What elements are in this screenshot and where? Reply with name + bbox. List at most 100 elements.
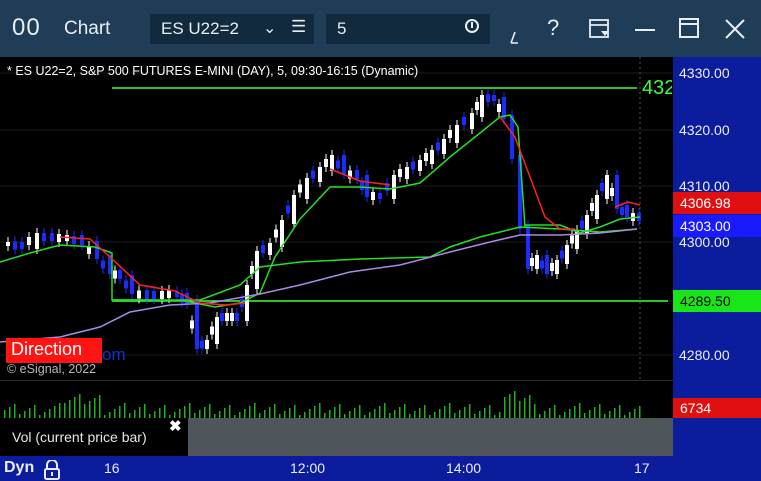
volume-bar bbox=[64, 403, 66, 418]
time-tick: 12:00 bbox=[290, 460, 326, 476]
volume-bar bbox=[294, 405, 296, 418]
ma-green-line bbox=[0, 114, 526, 308]
volume-study-label[interactable]: Vol (current price bar) bbox=[0, 418, 188, 456]
price-tag-fast-ma: 4306.98 bbox=[673, 192, 761, 214]
price-chart[interactable] bbox=[0, 57, 673, 380]
candle-body bbox=[318, 167, 322, 182]
candle-body bbox=[510, 115, 514, 159]
volume-bar bbox=[124, 403, 126, 418]
interval-value: 5 bbox=[337, 19, 347, 38]
candle-body bbox=[480, 95, 484, 117]
volume-bar bbox=[249, 406, 251, 418]
symbol-value: ES U22=2 bbox=[161, 19, 239, 38]
maximize-icon[interactable] bbox=[678, 17, 700, 39]
volume-bar bbox=[134, 410, 136, 418]
volume-bar bbox=[14, 404, 16, 418]
time-tick: 17 bbox=[634, 460, 650, 476]
volume-bar bbox=[504, 397, 506, 418]
volume-bar bbox=[639, 406, 641, 418]
candle-body bbox=[235, 313, 239, 321]
price-axis[interactable]: 4330.00 4320.00 4310.00 4300.00 4280.00 bbox=[673, 57, 761, 456]
list-icon[interactable]: ☰ bbox=[291, 17, 306, 37]
candle-body bbox=[565, 245, 569, 264]
time-axis[interactable]: 16 12:00 14:00 17 bbox=[0, 456, 761, 481]
draw-icon[interactable] bbox=[508, 30, 522, 44]
volume-bar bbox=[449, 403, 451, 418]
volume-bar bbox=[114, 409, 116, 418]
volume-bar bbox=[94, 398, 96, 418]
volume-bar bbox=[144, 404, 146, 418]
candle-body bbox=[615, 175, 619, 209]
volume-bar bbox=[359, 405, 361, 418]
candle-body bbox=[20, 242, 24, 249]
volume-bar bbox=[29, 408, 31, 418]
volume-bar bbox=[269, 407, 271, 418]
volume-bar bbox=[589, 410, 591, 418]
volume-bar bbox=[319, 403, 321, 418]
volume-bar bbox=[554, 405, 556, 418]
time-tick: 16 bbox=[104, 460, 120, 476]
candle-body bbox=[160, 291, 164, 299]
volume-bar bbox=[569, 409, 571, 418]
volume-bar bbox=[184, 406, 186, 418]
volume-bar bbox=[224, 408, 226, 418]
volume-bar bbox=[594, 407, 596, 418]
symbol-input[interactable]: ES U22=2 ⌄ ☰ bbox=[150, 14, 314, 44]
volume-bar bbox=[254, 403, 256, 418]
volume-bar bbox=[244, 409, 246, 418]
interval-input[interactable]: 5 bbox=[326, 14, 490, 44]
candle-body bbox=[118, 270, 122, 279]
candle-body bbox=[195, 300, 199, 349]
candle-body bbox=[625, 205, 629, 217]
volume-bar bbox=[489, 405, 491, 418]
volume-bar bbox=[419, 408, 421, 418]
candle-body bbox=[268, 243, 272, 255]
volume-bar bbox=[309, 409, 311, 418]
volume-bar bbox=[329, 410, 331, 418]
lock-icon[interactable] bbox=[43, 460, 61, 480]
volume-value-tag: 6734 bbox=[673, 398, 761, 418]
candle-body bbox=[215, 317, 219, 344]
chevron-down-icon[interactable]: ⌄ bbox=[263, 18, 276, 38]
volume-bar bbox=[599, 404, 601, 418]
volume-bar bbox=[99, 395, 101, 418]
axis-mode-label[interactable]: Dyn bbox=[4, 459, 34, 477]
candle-body bbox=[6, 242, 10, 246]
direction-label[interactable]: Direction bbox=[6, 338, 102, 363]
app-icon[interactable]: 00 bbox=[12, 14, 41, 42]
volume-bar bbox=[274, 404, 276, 418]
volume-bar bbox=[59, 403, 61, 418]
minimize-icon[interactable] bbox=[634, 28, 656, 32]
volume-bar bbox=[24, 411, 26, 418]
close-icon[interactable] bbox=[724, 18, 746, 40]
volume-bar bbox=[74, 397, 76, 418]
layout-icon[interactable] bbox=[589, 18, 611, 40]
volume-bar bbox=[484, 408, 486, 418]
candle-body bbox=[305, 178, 309, 199]
volume-bar bbox=[34, 405, 36, 418]
volume-bar bbox=[414, 411, 416, 418]
volume-bar bbox=[159, 408, 161, 418]
direction-tail-text: om bbox=[102, 345, 126, 364]
clock-icon[interactable] bbox=[465, 19, 479, 33]
volume-bar bbox=[354, 408, 356, 418]
volume-bar bbox=[349, 411, 351, 418]
volume-bar bbox=[534, 404, 536, 418]
help-icon[interactable]: ? bbox=[547, 15, 559, 41]
candle-body bbox=[405, 167, 409, 179]
candle-body bbox=[442, 139, 446, 154]
volume-bar bbox=[154, 411, 156, 418]
close-study-icon[interactable]: ✖ bbox=[169, 417, 182, 435]
volume-bar bbox=[609, 411, 611, 418]
volume-bar bbox=[339, 404, 341, 418]
volume-bar bbox=[189, 403, 191, 418]
volume-bar bbox=[289, 408, 291, 418]
volume-bar bbox=[464, 407, 466, 418]
volume-chart bbox=[4, 391, 641, 418]
volume-bar bbox=[69, 400, 71, 418]
candle-body bbox=[455, 125, 459, 143]
candle-body bbox=[355, 170, 359, 179]
candle-body bbox=[342, 155, 346, 174]
volume-bar bbox=[264, 410, 266, 418]
volume-bar bbox=[54, 406, 56, 418]
